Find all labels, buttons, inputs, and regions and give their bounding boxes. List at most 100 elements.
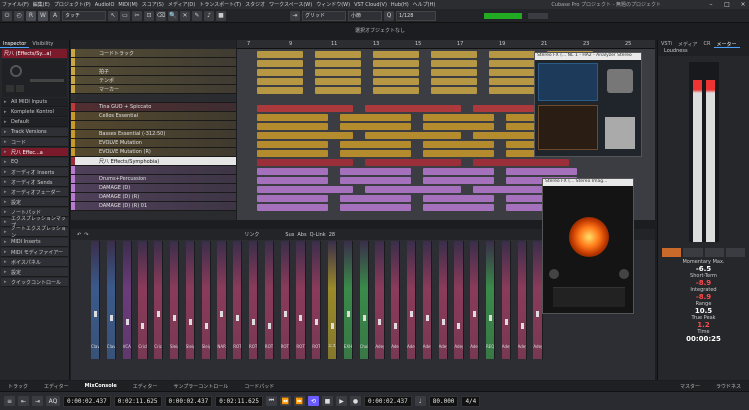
channel-fader[interactable] <box>109 315 113 321</box>
quantize-icon[interactable]: Q <box>384 10 394 21</box>
event-clip[interactable] <box>257 204 328 211</box>
channel-strip[interactable]: Adey Cl <box>517 241 527 359</box>
event-clip[interactable] <box>431 60 477 67</box>
tab-chord-pads[interactable]: コードパッド <box>236 383 282 390</box>
tab-loudness[interactable]: ラウドネス <box>708 383 749 390</box>
event-clip[interactable] <box>257 168 328 175</box>
event-clip[interactable] <box>365 105 461 112</box>
stop-button[interactable]: ■ <box>322 396 333 406</box>
event-clip[interactable] <box>423 195 494 202</box>
channel-fader[interactable] <box>425 315 429 321</box>
signature-display[interactable]: 4/4 <box>461 395 481 407</box>
channel-fader[interactable] <box>94 311 97 317</box>
cycle-button[interactable]: ⟲ <box>308 396 319 406</box>
event-clip[interactable] <box>315 78 361 85</box>
tab-visibility[interactable]: Visibility <box>29 40 56 48</box>
channel-fader[interactable] <box>220 311 224 317</box>
channel-strip[interactable]: Adey Cl <box>501 241 511 359</box>
quantize-value-select[interactable]: 1/128 <box>396 10 436 21</box>
event-clip[interactable] <box>373 87 419 94</box>
menu-item[interactable]: VST Cloud(V) <box>354 2 387 8</box>
channel-strip[interactable]: ROTO <box>312 241 322 359</box>
event-clip[interactable] <box>373 69 419 76</box>
event-clip[interactable] <box>257 60 303 67</box>
minimize-icon[interactable]: – <box>705 1 717 8</box>
tab-meter[interactable]: メーター <box>713 40 740 48</box>
track-row[interactable]: EVOLVE Mutation <box>71 139 236 148</box>
tab-track[interactable]: トラック <box>0 383 36 390</box>
automation-mode-select[interactable]: タッチ <box>62 10 106 21</box>
event-clip[interactable] <box>257 186 353 193</box>
tab-lower-editor[interactable]: エディター <box>125 383 166 390</box>
inspector-section[interactable]: 設定 <box>1 198 68 207</box>
imager-knob-left[interactable] <box>549 269 559 279</box>
channel-strip[interactable]: ROTO <box>264 241 274 359</box>
zoom-tool-icon[interactable]: 🔍 <box>168 10 178 21</box>
fast-forward-icon[interactable]: ⏩ <box>294 396 305 406</box>
end-time-display[interactable]: 0:00:02.437 <box>364 395 412 407</box>
event-clip[interactable] <box>489 51 535 58</box>
mute-button[interactable] <box>6 85 14 92</box>
tab-cr[interactable]: CR <box>701 40 714 48</box>
channel-strip[interactable]: エス婆 <box>328 241 338 359</box>
right-locator-display[interactable]: 0:02:11.625 <box>113 395 162 407</box>
track-row[interactable]: マーカー <box>71 85 236 94</box>
meter-ufs-button[interactable] <box>683 248 703 257</box>
arrange-lane[interactable] <box>237 158 655 167</box>
inspector-section[interactable]: クイックコントロール <box>1 278 68 287</box>
track-row[interactable]: DAMAGE (D) <box>71 184 236 193</box>
channel-fader[interactable] <box>157 311 161 317</box>
meter-reset-icon[interactable] <box>725 248 745 257</box>
inspector-section[interactable]: EQ <box>1 158 68 167</box>
inspector-section[interactable]: オーディオ Sends <box>1 178 68 187</box>
event-clip[interactable] <box>340 177 411 184</box>
channel-fader[interactable] <box>346 311 350 317</box>
event-clip[interactable] <box>340 204 411 211</box>
channel-fader[interactable] <box>473 311 477 317</box>
menu-item[interactable]: スコア(S) <box>142 1 164 8</box>
event-clip[interactable] <box>315 87 361 94</box>
channel-strip[interactable]: VCA Lin <box>122 241 132 359</box>
event-clip[interactable] <box>257 123 328 130</box>
split-tool-icon[interactable]: ✂ <box>132 10 142 21</box>
channel-fader[interactable] <box>362 315 366 321</box>
channel-strip[interactable]: ROTO <box>233 241 243 359</box>
event-clip[interactable] <box>257 150 328 157</box>
channel-fader[interactable] <box>188 319 192 325</box>
event-clip[interactable] <box>423 204 494 211</box>
record-button[interactable]: ● <box>350 396 361 406</box>
event-clip[interactable] <box>340 168 411 175</box>
event-clip[interactable] <box>257 51 303 58</box>
event-clip[interactable] <box>257 195 328 202</box>
meter-settings-icon[interactable] <box>704 248 724 257</box>
channel-strip[interactable]: ROTO <box>296 241 306 359</box>
channel-fader[interactable] <box>299 315 303 321</box>
punch-in-icon[interactable]: ⇤ <box>18 396 29 406</box>
imager-knob-right[interactable] <box>619 269 629 279</box>
menu-item[interactable]: スタジオ <box>245 1 265 8</box>
channel-fader[interactable] <box>489 315 492 321</box>
channel-strip[interactable]: Adey Cl <box>375 241 385 359</box>
tempo-display[interactable]: 80.000 <box>428 395 459 407</box>
menu-item[interactable]: Hub(H) <box>391 2 409 8</box>
glue-tool-icon[interactable]: ⊡ <box>144 10 154 21</box>
track-row[interactable] <box>71 166 236 175</box>
channel-strip[interactable]: ROTO <box>249 241 259 359</box>
channel-fader[interactable] <box>315 319 319 325</box>
channel-strip[interactable]: ROTO <box>280 241 290 359</box>
read-automation-button[interactable]: R <box>26 10 36 21</box>
menu-item[interactable]: ファイル(F) <box>2 1 29 8</box>
event-clip[interactable] <box>506 168 577 175</box>
channel-strip[interactable]: Choir A <box>359 241 369 359</box>
channel-strip[interactable]: Crickt <box>138 241 148 359</box>
menu-item[interactable]: プロジェクト(P) <box>54 1 91 8</box>
event-clip[interactable] <box>489 87 535 94</box>
menu-item[interactable]: メディア(D) <box>168 1 195 8</box>
channel-fader[interactable] <box>394 323 398 329</box>
analyzer-plugin-window[interactable]: Stereo FX (... NL 1 - HA2 - Analyzer Ste… <box>534 52 642 157</box>
track-row[interactable] <box>71 94 236 103</box>
channel-strip[interactable]: Adey Cl <box>391 241 401 359</box>
menu-item[interactable]: ヘルプ(H) <box>413 1 436 8</box>
channel-fader[interactable] <box>236 315 240 321</box>
rewind-icon[interactable]: ⏪ <box>280 396 291 406</box>
